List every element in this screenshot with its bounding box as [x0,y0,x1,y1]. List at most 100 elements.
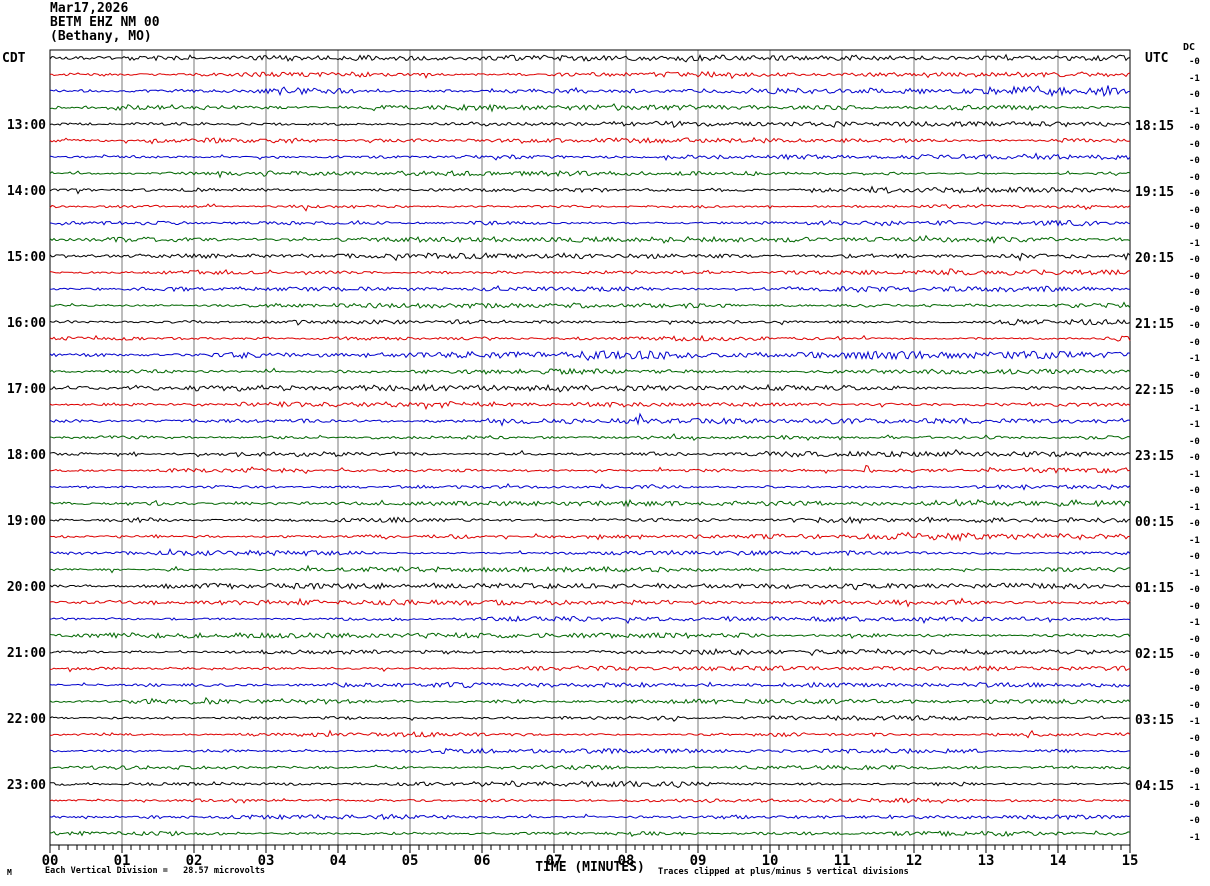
minute-label: 00 [41,853,59,869]
seismogram-trace [49,647,1131,657]
plot-frame [49,49,1131,846]
dc-value: -1 [1189,536,1200,546]
dc-value: -1 [1189,503,1200,513]
dc-value: -0 [1189,552,1200,562]
seismogram-trace [49,665,1131,673]
seismogram-trace [49,747,1131,755]
dc-value: -1 [1189,717,1200,727]
seismogram-traces [49,53,1131,838]
minute-label: 07 [545,853,563,869]
dc-value: -0 [1189,750,1200,760]
cdt-hour-label: 17:00 [6,382,46,397]
seismogram-trace [49,120,1131,129]
seismogram-trace [49,498,1131,508]
seismogram-trace [49,412,1131,427]
minute-label: 12 [905,853,923,869]
minute-label: 14 [1049,853,1067,869]
dc-value: -0 [1189,734,1200,744]
dc-value: -1 [1189,107,1200,117]
dc-value: -1 [1189,239,1200,249]
dc-value: -1 [1189,470,1200,480]
seismogram-trace [49,185,1131,195]
minute-label: 09 [689,853,707,869]
seismogram-trace [49,681,1131,689]
minute-label: 11 [833,853,851,869]
seismogram-trace [49,170,1131,179]
dc-value: -0 [1189,437,1200,447]
seismogram-trace [49,696,1131,706]
helicorder-page: Mar17,2026 BETM EHZ NM 00 (Bethany, MO) … [0,0,1210,886]
dc-value: -0 [1189,156,1200,166]
seismogram-trace [49,70,1131,80]
seismogram-trace [49,797,1131,804]
dc-value: -0 [1189,701,1200,711]
seismogram-trace [49,136,1131,145]
cdt-hour-label: 20:00 [6,580,46,595]
seismogram-trace [49,764,1131,771]
seismogram-trace [49,334,1131,342]
utc-hour-label: 22:15 [1135,383,1175,398]
utc-hour-label: 00:15 [1135,515,1175,530]
minute-label: 05 [401,853,419,869]
dc-value: -1 [1189,783,1200,793]
seismogram-trace [49,252,1131,262]
utc-hour-label: 03:15 [1135,713,1175,728]
dc-value: -0 [1189,585,1200,595]
utc-hour-label: 18:15 [1135,119,1175,134]
vertical-division-note: Each Vertical Division = 28.57 microvolt… [45,866,266,876]
seismogram-trace [49,383,1131,393]
dc-value: -0 [1189,371,1200,381]
dc-value: -0 [1189,602,1200,612]
dc-value: -0 [1189,338,1200,348]
seismogram-trace [49,714,1130,722]
minute-label: 15 [1121,853,1139,869]
utc-hour-label: 01:15 [1135,581,1175,596]
dc-value: -0 [1189,767,1200,777]
seismogram-trace [49,729,1131,739]
dc-value: -0 [1189,189,1200,199]
dc-value: -0 [1189,173,1200,183]
seismogram-trace [49,564,1131,574]
dc-value: -0 [1189,255,1200,265]
utc-hour-label: 20:15 [1135,251,1175,266]
watermark-glyph: M [7,868,12,877]
dc-value: -0 [1189,57,1200,67]
seismogram-trace [49,531,1131,543]
minute-label: 06 [473,853,491,869]
seismogram-trace [49,548,1131,557]
seismogram-trace [49,433,1131,442]
dc-value: -0 [1189,288,1200,298]
dc-value: -1 [1189,354,1200,364]
seismogram-trace [49,448,1131,458]
utc-hour-label: 02:15 [1135,647,1175,662]
dc-value: -0 [1189,453,1200,463]
seismogram-trace [49,830,1131,838]
dc-value: -0 [1189,519,1200,529]
seismogram-trace [49,219,1131,227]
seismogram-trace [49,780,1131,789]
seismogram-trace [49,350,1131,362]
seismogram-trace [49,464,1131,475]
dc-value: -0 [1189,635,1200,645]
dc-value: -0 [1189,321,1200,331]
seismogram-trace [49,582,1131,591]
minute-label: 01 [113,853,131,869]
minute-label: 03 [257,853,275,869]
dc-value: -0 [1189,651,1200,661]
seismogram-trace [49,301,1131,310]
seismogram-trace [49,367,1131,376]
seismogram-trace [49,813,1131,821]
dc-value: -0 [1189,123,1200,133]
dc-value: -0 [1189,90,1200,100]
cdt-hour-label: 23:00 [6,778,46,793]
dc-value: -0 [1189,272,1200,282]
dc-value: -0 [1189,800,1200,810]
seismogram-trace [49,268,1131,276]
helicorder-plot [49,49,1131,853]
seismogram-trace [49,631,1131,640]
utc-hour-label: 21:15 [1135,317,1175,332]
cdt-hour-label: 14:00 [6,184,46,199]
minute-label: 13 [977,853,995,869]
seismogram-trace [49,597,1131,608]
seismogram-trace [49,234,1131,244]
